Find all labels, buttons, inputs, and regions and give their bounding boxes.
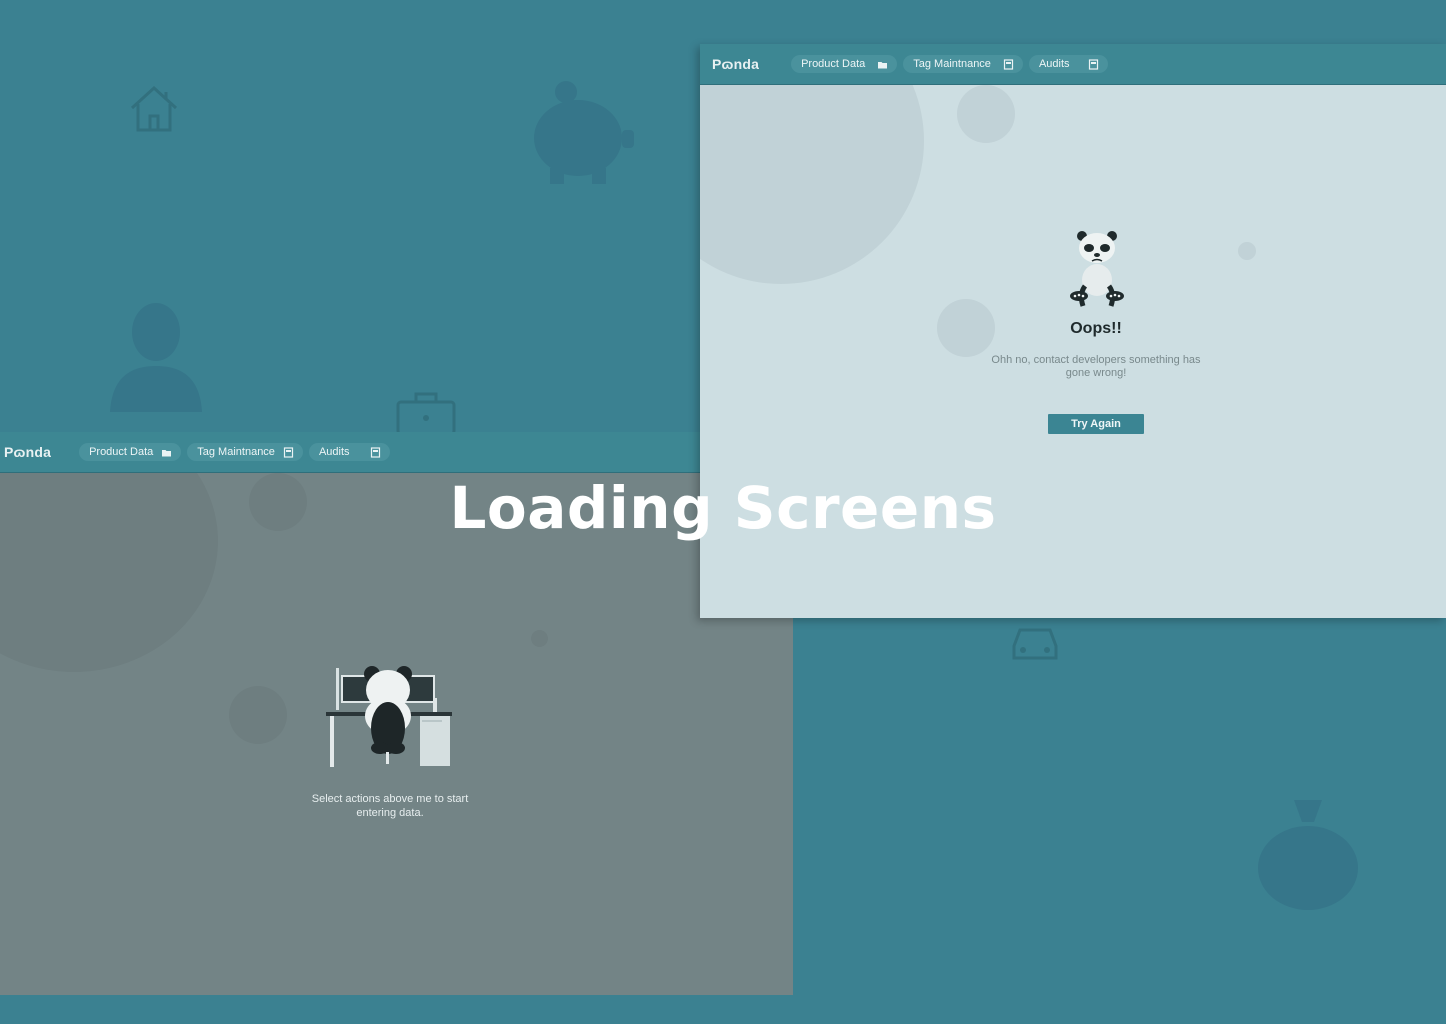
car-icon bbox=[1010, 624, 1060, 662]
try-again-button[interactable]: Try Again bbox=[1048, 414, 1144, 434]
panda-at-desk-illustration bbox=[326, 664, 454, 775]
document-icon bbox=[1088, 58, 1099, 70]
piggy-bank-icon bbox=[526, 80, 638, 186]
nav-bar: Pɷnda Product Data Tag Maintnance Audits bbox=[0, 432, 793, 473]
error-message: Ohh no, contact developers something has… bbox=[991, 354, 1201, 379]
document-icon bbox=[370, 446, 381, 458]
app-logo[interactable]: Pɷnda bbox=[712, 56, 759, 72]
decor-circle bbox=[1238, 242, 1256, 260]
error-title: Oops!! bbox=[1070, 320, 1122, 337]
decor-circle bbox=[531, 630, 548, 647]
nav-bar: Pɷnda Product Data Tag Maintnance Audits bbox=[700, 44, 1446, 85]
nav-label: Product Data bbox=[89, 446, 154, 458]
nav-item-audits[interactable]: Audits bbox=[1028, 55, 1108, 73]
nav-label: Audits bbox=[1038, 58, 1070, 70]
house-icon bbox=[128, 84, 180, 134]
folder-icon bbox=[161, 447, 172, 458]
nav-label: Product Data bbox=[801, 58, 866, 70]
nav-label: Tag Maintnance bbox=[913, 58, 991, 70]
document-icon bbox=[1003, 58, 1014, 70]
nav-item-product-data[interactable]: Product Data bbox=[79, 443, 182, 461]
nav-label: Tag Maintnance bbox=[197, 446, 275, 458]
nav-item-tag-maintnance[interactable]: Tag Maintnance bbox=[187, 443, 303, 461]
nav-item-tag-maintnance[interactable]: Tag Maintnance bbox=[903, 55, 1023, 73]
decor-circle bbox=[957, 85, 1015, 143]
decor-circle bbox=[937, 299, 995, 357]
nav-label: Audits bbox=[318, 446, 350, 458]
document-icon bbox=[283, 446, 294, 458]
folder-icon bbox=[877, 59, 888, 70]
app-logo[interactable]: Pɷnda bbox=[4, 444, 51, 460]
sad-panda-illustration bbox=[1069, 228, 1125, 313]
money-bag-icon bbox=[1256, 796, 1360, 912]
nav-item-audits[interactable]: Audits bbox=[308, 443, 390, 461]
nav-item-product-data[interactable]: Product Data bbox=[791, 55, 898, 73]
empty-state-message: Select actions above me to start enterin… bbox=[311, 793, 469, 819]
decor-circle bbox=[229, 686, 287, 744]
briefcase-icon bbox=[396, 390, 456, 434]
page-headline: Loading Screens bbox=[449, 474, 997, 542]
person-icon bbox=[108, 302, 204, 412]
